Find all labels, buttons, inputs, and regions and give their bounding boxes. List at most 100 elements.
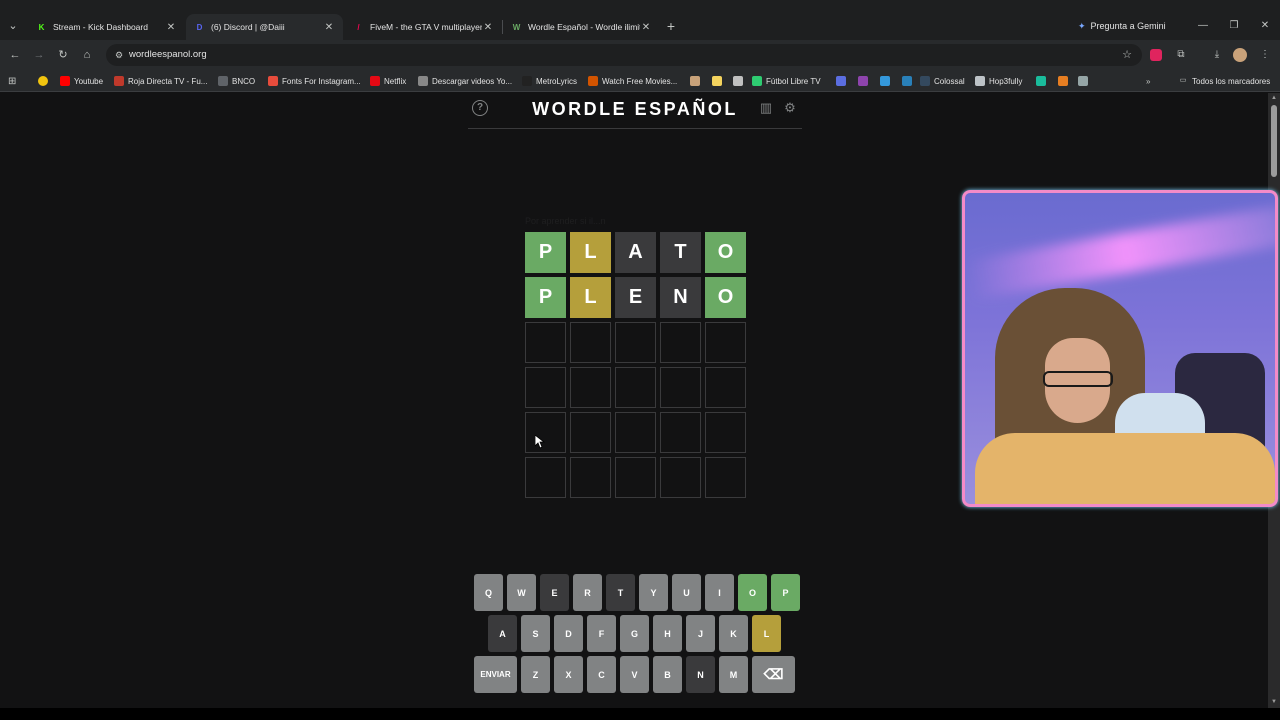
- bookmark-item[interactable]: Descargar videos Yo...: [418, 73, 512, 89]
- board-tile: [570, 367, 611, 408]
- bookmark-item[interactable]: Netflix: [370, 73, 406, 89]
- reload-icon[interactable]: ↻: [54, 46, 72, 64]
- key-t[interactable]: T: [606, 574, 635, 611]
- restore-icon[interactable]: ❐: [1225, 17, 1243, 35]
- bookmark-icon-only[interactable]: [836, 76, 846, 86]
- stats-icon[interactable]: ▥: [758, 100, 774, 116]
- close-window-icon[interactable]: ✕: [1256, 17, 1274, 35]
- home-icon[interactable]: ⌂: [78, 46, 96, 64]
- all-bookmarks[interactable]: ▭ Todos los marcadores: [1178, 73, 1271, 89]
- back-icon[interactable]: ←: [6, 46, 24, 64]
- tab-0[interactable]: K Stream - Kick Dashboard ✕: [28, 14, 185, 40]
- key-k[interactable]: K: [719, 615, 748, 652]
- key-m[interactable]: M: [719, 656, 748, 693]
- minimize-icon[interactable]: —: [1194, 17, 1212, 35]
- scroll-thumb[interactable]: [1271, 105, 1277, 177]
- more-bookmarks-icon[interactable]: »: [1146, 73, 1150, 89]
- on-screen-keyboard: Q W E R T Y U I O P A S D F G H J K L ENVIAR Z X C V B N M ⌫: [474, 574, 800, 697]
- key-c[interactable]: C: [587, 656, 616, 693]
- key-i[interactable]: I: [705, 574, 734, 611]
- url-text[interactable]: wordleespanol.org: [129, 49, 207, 60]
- key-p[interactable]: P: [771, 574, 800, 611]
- key-b[interactable]: B: [653, 656, 682, 693]
- bookmark-icon-only[interactable]: [1058, 76, 1068, 86]
- key-w[interactable]: W: [507, 574, 536, 611]
- bookmark-item[interactable]: Fútbol Libre TV: [752, 73, 821, 89]
- tab-3[interactable]: W Wordle Español - Wordle ilimitado✕: [503, 14, 660, 40]
- key-e[interactable]: E: [540, 574, 569, 611]
- bookmark-icon-only[interactable]: [733, 76, 743, 86]
- bookmark-icon-only[interactable]: [1078, 76, 1088, 86]
- bookmark-icon-only[interactable]: [902, 76, 912, 86]
- tab-close-icon[interactable]: ✕: [640, 22, 652, 33]
- bookmark-star-icon[interactable]: ☆: [1122, 48, 1132, 61]
- key-backspace[interactable]: ⌫: [752, 656, 795, 693]
- profile-avatar[interactable]: [1233, 48, 1247, 62]
- board-tile: [615, 367, 656, 408]
- board-tile: [525, 457, 566, 498]
- key-a[interactable]: A: [488, 615, 517, 652]
- extension-icon[interactable]: [1150, 49, 1162, 61]
- bookmark-favicon-icon: [920, 76, 930, 86]
- tab-2[interactable]: / FiveM - the GTA V multiplayer m ✕: [345, 14, 502, 40]
- scroll-down-icon[interactable]: ▼: [1270, 698, 1278, 706]
- bookmark-icon-only[interactable]: [880, 76, 890, 86]
- key-v[interactable]: V: [620, 656, 649, 693]
- key-d[interactable]: D: [554, 615, 583, 652]
- extensions-puzzle-icon[interactable]: ⧉: [1174, 48, 1188, 62]
- key-h[interactable]: H: [653, 615, 682, 652]
- key-q[interactable]: Q: [474, 574, 503, 611]
- bookmark-icon-only[interactable]: [712, 76, 722, 86]
- board-tile: P: [525, 232, 566, 273]
- board-tile: [570, 457, 611, 498]
- forward-icon[interactable]: →: [30, 46, 48, 64]
- bookmark-label: BNCO: [232, 76, 256, 86]
- settings-gear-icon[interactable]: ⚙: [782, 100, 798, 116]
- folder-icon: ▭: [1179, 77, 1187, 84]
- key-s[interactable]: S: [521, 615, 550, 652]
- download-icon[interactable]: ⤓: [1210, 48, 1224, 62]
- tab-close-icon[interactable]: ✕: [165, 22, 177, 33]
- bottom-strip: [0, 708, 1280, 720]
- key-n[interactable]: N: [686, 656, 715, 693]
- bookmark-item[interactable]: Fonts For Instagram...: [268, 73, 361, 89]
- address-bar[interactable]: ⚙ wordleespanol.org ☆: [106, 44, 1142, 66]
- tab-1[interactable]: D (6) Discord | @Daiii ✕: [186, 14, 343, 40]
- tab-search-icon[interactable]: ⌄: [4, 16, 22, 36]
- bookmark-icon-only[interactable]: [1036, 76, 1046, 86]
- bookmark-item[interactable]: Watch Free Movies...: [588, 73, 677, 89]
- bookmarks-bar: ⊞ Youtube Roja Directa TV - Fu... BNCO Font…: [0, 70, 1280, 92]
- bookmark-item[interactable]: Roja Directa TV - Fu...: [114, 73, 207, 89]
- tab-close-icon[interactable]: ✕: [323, 22, 335, 33]
- bookmark-item[interactable]: MetroLyrics: [522, 73, 577, 89]
- bookmark-icon-only[interactable]: [858, 76, 868, 86]
- key-r[interactable]: R: [573, 574, 602, 611]
- tab-close-icon[interactable]: ✕: [482, 22, 494, 33]
- menu-icon[interactable]: ⋮: [1258, 48, 1272, 62]
- key-o[interactable]: O: [738, 574, 767, 611]
- board-row: PLATO: [525, 232, 746, 273]
- scroll-up-icon[interactable]: ▲: [1270, 94, 1278, 102]
- bookmark-icon-only[interactable]: [690, 76, 700, 86]
- gemini-button[interactable]: ✦ Pregunta a Gemini: [1078, 17, 1166, 35]
- apps-icon[interactable]: ⊞: [8, 73, 16, 89]
- key-u[interactable]: U: [672, 574, 701, 611]
- key-f[interactable]: F: [587, 615, 616, 652]
- emoji-bookmark-icon[interactable]: [38, 76, 48, 86]
- bookmark-label: Youtube: [74, 76, 104, 86]
- bookmark-item[interactable]: Colossal: [920, 73, 965, 89]
- key-j[interactable]: J: [686, 615, 715, 652]
- bookmark-item[interactable]: Youtube: [60, 73, 103, 89]
- key-l[interactable]: L: [752, 615, 781, 652]
- bookmark-item[interactable]: Hop3fully: [975, 73, 1022, 89]
- bookmark-item[interactable]: BNCO: [218, 73, 255, 89]
- key-y[interactable]: Y: [639, 574, 668, 611]
- bookmark-label: Colossal: [934, 76, 965, 86]
- key-g[interactable]: G: [620, 615, 649, 652]
- site-info-icon[interactable]: ⚙: [112, 48, 126, 62]
- new-tab-button[interactable]: +: [662, 17, 680, 35]
- key-z[interactable]: Z: [521, 656, 550, 693]
- enter-key[interactable]: ENVIAR: [474, 656, 517, 693]
- bookmark-label: Netflix: [384, 76, 407, 86]
- key-x[interactable]: X: [554, 656, 583, 693]
